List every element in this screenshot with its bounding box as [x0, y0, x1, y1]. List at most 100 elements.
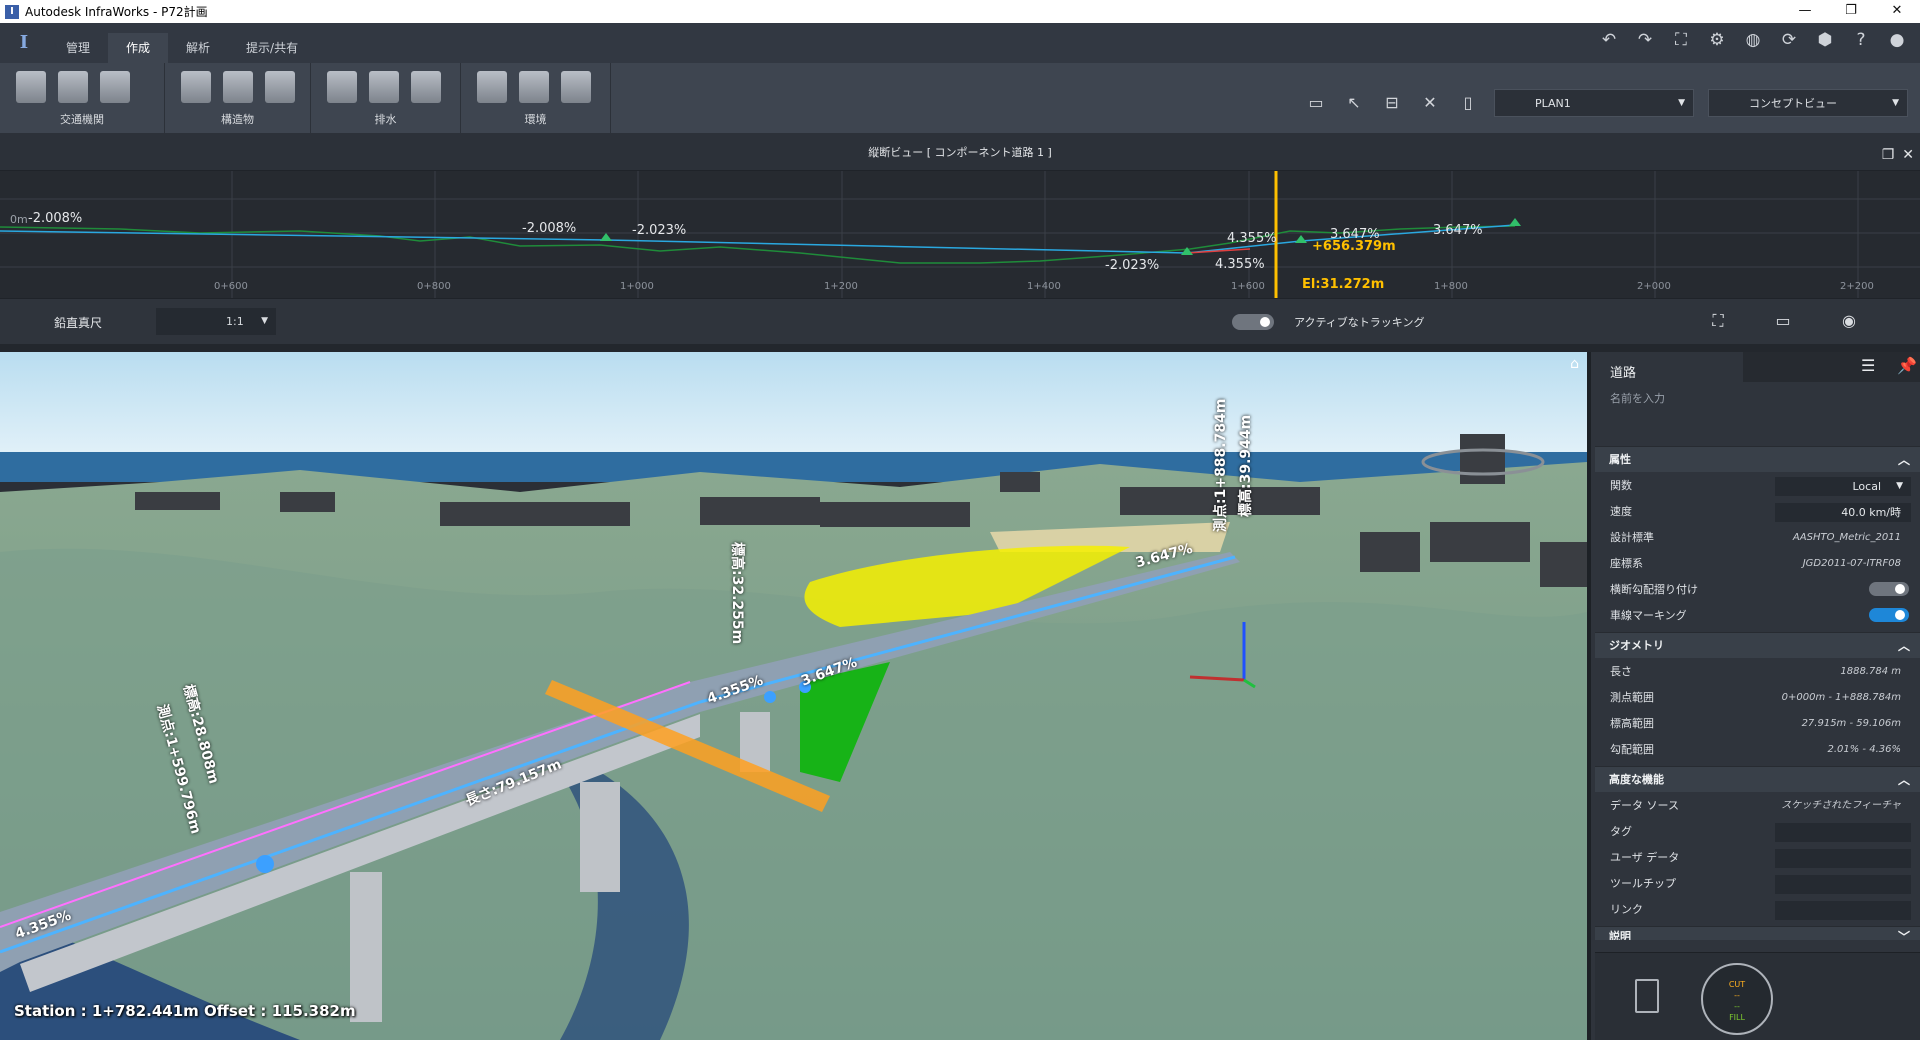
building-icon[interactable]: [265, 71, 295, 103]
chevron-down-icon: ▼: [1896, 481, 1903, 491]
vertical-scale-label: 鉛直真尺: [54, 316, 103, 330]
close-icon[interactable]: ✕: [1902, 135, 1914, 175]
3d-viewport[interactable]: 測点:1+599.796m 標高:28.808m 標高:32.255m 長さ:7…: [0, 352, 1587, 1040]
group-label-environment[interactable]: 環境: [461, 111, 610, 127]
group-label-transport[interactable]: 交通機関: [0, 111, 164, 127]
group-label-structures[interactable]: 構造物: [165, 111, 310, 127]
cut-value: --: [1734, 991, 1740, 1000]
tab-manage[interactable]: 管理: [48, 33, 108, 63]
rail-icon[interactable]: [58, 71, 88, 103]
tracking-toggle[interactable]: [1232, 314, 1274, 330]
measure-icon[interactable]: ⊟: [1380, 91, 1404, 115]
superelevation-toggle[interactable]: [1869, 582, 1909, 596]
function-value: Local: [1852, 480, 1881, 493]
section-label: 説明: [1609, 930, 1631, 940]
user-data-input[interactable]: [1775, 849, 1911, 868]
station-range-value: 0+000m - 1+888.784m: [1781, 692, 1901, 703]
grade-label: 3.647%: [1433, 223, 1483, 238]
function-dropdown[interactable]: Local ▼: [1775, 477, 1911, 496]
refresh-icon[interactable]: ⟳: [1778, 29, 1800, 51]
app-icon: I: [5, 4, 19, 19]
view-style-dropdown[interactable]: コンセプトビュー ▼: [1708, 89, 1908, 117]
minimize-button[interactable]: —: [1782, 0, 1828, 23]
row-length: 長さ 1888.784 m: [1610, 659, 1915, 685]
link-input[interactable]: [1775, 901, 1911, 920]
tab-create[interactable]: 作成: [108, 33, 169, 63]
station-tick: 0+600: [214, 281, 248, 292]
station-annotation: 測点:1+888.784m: [1213, 398, 1229, 532]
lane-marking-toggle[interactable]: [1869, 608, 1909, 622]
tree-icon[interactable]: [519, 71, 549, 103]
panel-icon[interactable]: ▯: [1456, 91, 1480, 115]
vertical-scale-dropdown[interactable]: 1:1 ▼: [156, 308, 276, 335]
close-button[interactable]: ✕: [1874, 0, 1920, 23]
user-icon[interactable]: ●: [1886, 29, 1908, 51]
speed-input[interactable]: 40.0 km/時: [1775, 503, 1911, 522]
culvert-icon[interactable]: [327, 71, 357, 103]
profile-graph[interactable]: 0m -2.008% -2.008% -2.023% -2.023% 4.355…: [0, 171, 1920, 298]
bridge-icon[interactable]: [181, 71, 211, 103]
chevron-down-icon: ▼: [1892, 98, 1899, 108]
undo-icon[interactable]: ↶: [1598, 29, 1620, 51]
road-icon[interactable]: [16, 71, 46, 103]
tab-present[interactable]: 提示/共有: [228, 33, 316, 63]
row-label: 標高範囲: [1610, 717, 1654, 730]
eye-icon[interactable]: ◉: [1837, 309, 1861, 333]
gear-icon[interactable]: ⚙: [1706, 29, 1728, 51]
bottom-tools: CUT -- -- FILL: [1595, 952, 1920, 1040]
window-title: Autodesk InfraWorks - P72計画: [25, 5, 208, 19]
style-icon[interactable]: [561, 71, 591, 103]
inlet-icon[interactable]: [411, 71, 441, 103]
redo-icon[interactable]: ↷: [1634, 29, 1656, 51]
profile-controls: 鉛直真尺 1:1 ▼ アクティブなトラッキング ⛶ ▭ ◉: [0, 298, 1920, 344]
grade-label: -2.008%: [28, 211, 83, 226]
row-speed: 速度 40.0 km/時: [1610, 499, 1915, 525]
restore-icon[interactable]: ❐: [1882, 135, 1895, 175]
section-geometry[interactable]: ジオメトリ ︿: [1595, 632, 1920, 658]
row-design-standard: 設計標準 AASHTO_Metric_2011: [1610, 525, 1915, 551]
row-label: 勾配範囲: [1610, 743, 1654, 756]
zoom-extents-icon[interactable]: ⛶: [1706, 309, 1730, 333]
elevation-label: 0m: [10, 213, 28, 226]
calculator-icon[interactable]: [1635, 979, 1659, 1013]
traffic-light-icon[interactable]: [477, 71, 507, 103]
row-user-data: ユーザ データ: [1610, 845, 1915, 871]
name-input[interactable]: 名前を入力: [1610, 390, 1665, 406]
plan-dropdown-value: PLAN1: [1535, 96, 1571, 110]
coordinate-system-value[interactable]: JGD2011-07-ITRF08: [1803, 551, 1901, 577]
section-description[interactable]: 説明 ﹀: [1595, 926, 1920, 940]
globe-icon[interactable]: ◍: [1742, 29, 1764, 51]
group-label-drainage[interactable]: 排水: [311, 111, 460, 127]
window-icon[interactable]: ▭: [1771, 309, 1795, 333]
tunnel-icon[interactable]: [223, 71, 253, 103]
app-logo[interactable]: I: [0, 23, 48, 63]
tools-icon[interactable]: ✕: [1418, 91, 1442, 115]
row-elevation-range: 標高範囲 27.915m - 59.106m: [1610, 711, 1915, 737]
monitor-icon[interactable]: ▭: [1304, 91, 1328, 115]
select-arrow-icon[interactable]: ↖: [1342, 91, 1366, 115]
maximize-button[interactable]: ❐: [1828, 0, 1874, 23]
menu-icon[interactable]: ☰: [1861, 356, 1875, 375]
section-advanced[interactable]: 高度な機能 ︿: [1595, 766, 1920, 792]
row-label: ユーザ データ: [1610, 851, 1680, 864]
grade-label: -2.023%: [1105, 258, 1160, 273]
cut-fill-gauge[interactable]: CUT -- -- FILL: [1701, 963, 1773, 1035]
tab-analyze[interactable]: 解析: [168, 33, 228, 63]
tag-input[interactable]: [1775, 823, 1911, 842]
fit-view-icon[interactable]: ⛶: [1670, 29, 1692, 51]
plan-dropdown[interactable]: PLAN1 ▼: [1494, 89, 1694, 117]
station-tick: 0+800: [417, 281, 451, 292]
elevation-range-value: 27.915m - 59.106m: [1801, 718, 1901, 729]
help-icon[interactable]: ?: [1850, 29, 1872, 51]
section-attributes[interactable]: 属性 ︿: [1595, 446, 1920, 472]
pin-icon[interactable]: 📌: [1897, 356, 1917, 375]
row-label: 速度: [1610, 505, 1632, 518]
bridge-pier-icon[interactable]: [100, 71, 130, 103]
design-standard-value[interactable]: AASHTO_Metric_2011: [1793, 525, 1901, 551]
view-splitter[interactable]: [0, 344, 1920, 352]
tooltip-input[interactable]: [1775, 875, 1911, 894]
pipe-icon[interactable]: [369, 71, 399, 103]
cube-icon[interactable]: ⬢: [1814, 29, 1836, 51]
home-icon[interactable]: ⌂: [1570, 356, 1579, 372]
view-style-value: コンセプトビュー: [1749, 97, 1837, 110]
